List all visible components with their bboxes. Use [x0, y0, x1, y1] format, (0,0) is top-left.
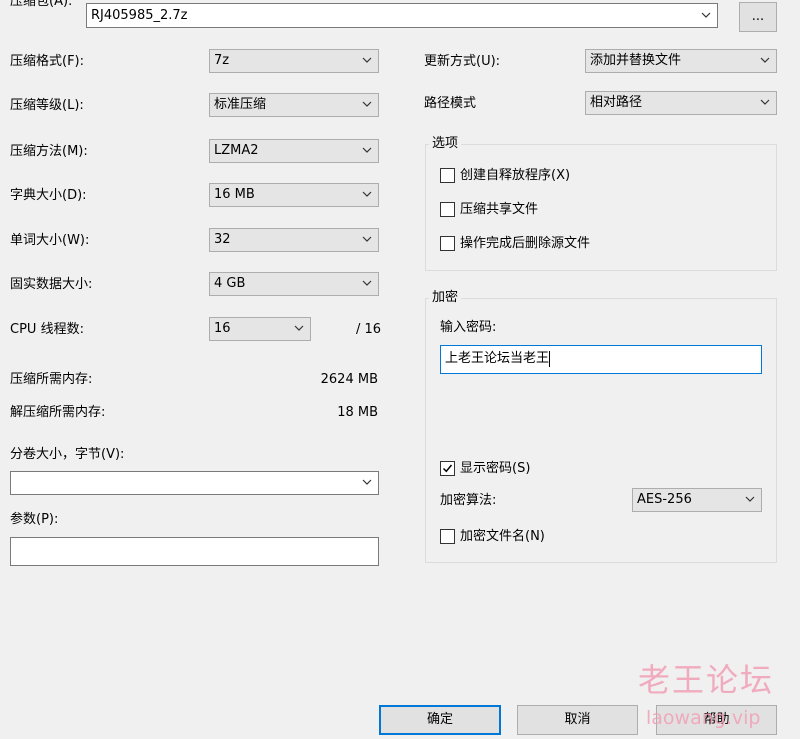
- update-label: 更新方式(U):: [424, 54, 501, 69]
- show-password-checkbox[interactable]: [440, 461, 455, 476]
- solid-value: 4 GB: [214, 276, 246, 291]
- delete-label: 操作完成后删除源文件: [460, 236, 591, 251]
- encrypt-names-checkbox[interactable]: [440, 529, 455, 544]
- volume-combo[interactable]: [10, 471, 379, 495]
- delete-checkbox[interactable]: [440, 236, 455, 251]
- mem-decompress-label: 解压缩所需内存:: [10, 405, 106, 420]
- archive-path-value: RJ405985_2.7z: [91, 8, 188, 23]
- chevron-down-icon: [362, 57, 372, 63]
- browse-button[interactable]: ...: [739, 2, 777, 32]
- threads-select[interactable]: 16: [209, 317, 311, 341]
- format-select[interactable]: 7z: [209, 49, 379, 73]
- encrypt-names-label: 加密文件名(N): [460, 529, 545, 544]
- dict-label: 字典大小(D):: [10, 188, 87, 203]
- chevron-down-icon: [362, 147, 372, 153]
- method-label: 压缩方法(M):: [10, 144, 88, 159]
- chevron-down-icon: [362, 191, 372, 197]
- sfx-label: 创建自释放程序(X): [460, 168, 571, 183]
- encryption-method-value: AES-256: [637, 492, 692, 507]
- mem-decompress-value: 18 MB: [337, 405, 378, 420]
- chevron-down-icon: [362, 280, 372, 286]
- watermark-url: laowang.vip: [646, 707, 761, 729]
- sfx-checkbox[interactable]: [440, 168, 455, 183]
- ok-button[interactable]: 确定: [379, 705, 501, 735]
- mem-compress-label: 压缩所需内存:: [10, 372, 93, 387]
- shared-label: 压缩共享文件: [460, 202, 539, 217]
- level-value: 标准压缩: [214, 97, 267, 112]
- word-select[interactable]: 32: [209, 228, 379, 252]
- checkmark-icon: [442, 464, 453, 473]
- level-label: 压缩等级(L):: [10, 98, 84, 113]
- method-value: LZMA2: [214, 143, 259, 158]
- update-select[interactable]: 添加并替换文件: [585, 49, 777, 73]
- chevron-down-icon: [701, 12, 711, 18]
- chevron-down-icon: [362, 236, 372, 242]
- chevron-down-icon: [362, 101, 372, 107]
- method-select[interactable]: LZMA2: [209, 139, 379, 163]
- format-value: 7z: [214, 53, 230, 68]
- encryption-group-title: 加密: [429, 290, 462, 306]
- word-value: 32: [214, 232, 231, 247]
- dict-select[interactable]: 16 MB: [209, 183, 379, 207]
- volume-label: 分卷大小，字节(V):: [10, 447, 125, 462]
- threads-label: CPU 线程数:: [10, 322, 84, 337]
- watermark-text: 老王论坛: [638, 661, 775, 699]
- chevron-down-icon: [294, 325, 304, 331]
- cancel-button[interactable]: 取消: [517, 705, 638, 735]
- params-label: 参数(P):: [10, 512, 59, 527]
- chevron-down-icon: [745, 496, 755, 502]
- level-select[interactable]: 标准压缩: [209, 93, 379, 117]
- text-cursor: [549, 350, 551, 367]
- word-label: 单词大小(W):: [10, 233, 90, 248]
- password-input[interactable]: 上老王论坛当老王: [440, 345, 762, 374]
- path-mode-select[interactable]: 相对路径: [585, 91, 777, 115]
- threads-max: / 16: [356, 322, 382, 337]
- threads-value: 16: [214, 321, 231, 336]
- archive-label: 压缩包(A):: [10, 0, 73, 9]
- password-label: 输入密码:: [440, 320, 497, 335]
- archive-path-combo[interactable]: RJ405985_2.7z: [86, 3, 718, 28]
- password-value: 上老王论坛当老王: [445, 351, 550, 366]
- mem-compress-value: 2624 MB: [320, 372, 378, 387]
- solid-label: 固实数据大小:: [10, 277, 93, 292]
- encryption-method-select[interactable]: AES-256: [632, 488, 762, 512]
- path-mode-label: 路径模式: [424, 96, 477, 111]
- chevron-down-icon: [362, 479, 372, 485]
- chevron-down-icon: [760, 57, 770, 63]
- dict-value: 16 MB: [214, 187, 255, 202]
- solid-select[interactable]: 4 GB: [209, 272, 379, 296]
- encryption-group: [425, 298, 777, 563]
- params-input[interactable]: [10, 537, 379, 566]
- path-mode-value: 相对路径: [590, 95, 643, 110]
- chevron-down-icon: [760, 99, 770, 105]
- format-label: 压缩格式(F):: [10, 54, 85, 69]
- encryption-method-label: 加密算法:: [440, 493, 497, 508]
- shared-checkbox[interactable]: [440, 202, 455, 217]
- show-password-label: 显示密码(S): [460, 461, 531, 476]
- options-group-title: 选项: [429, 136, 462, 152]
- update-value: 添加并替换文件: [590, 53, 682, 68]
